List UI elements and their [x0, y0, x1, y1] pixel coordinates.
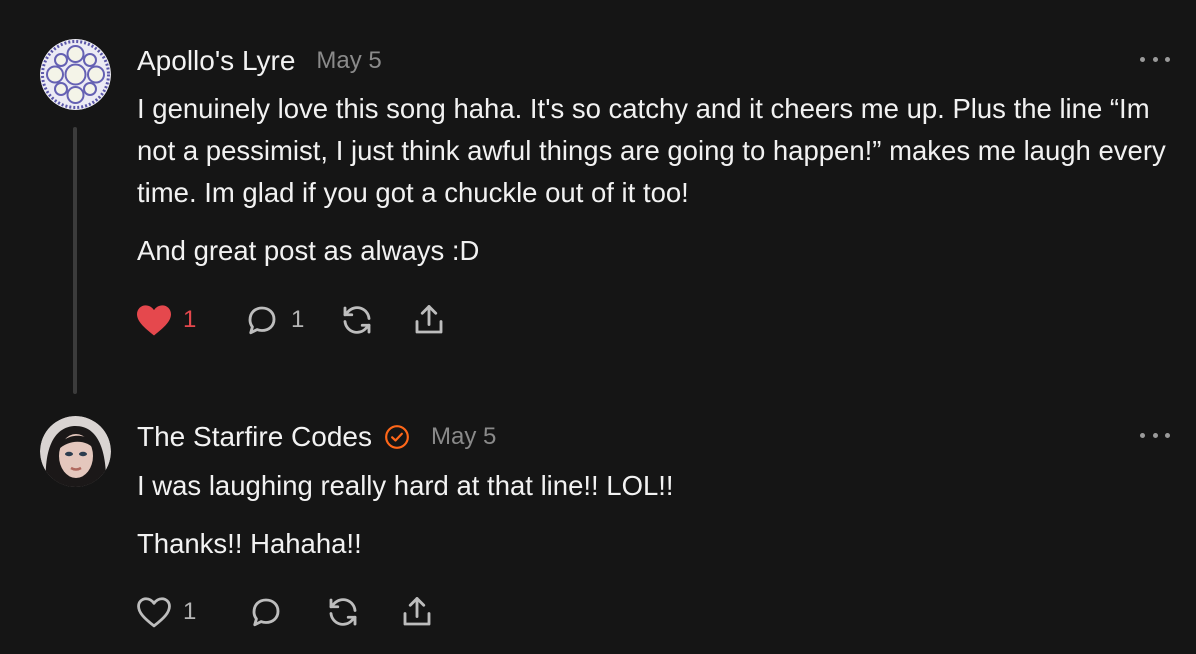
share-icon: [399, 594, 435, 630]
comment-actions: 1 1: [135, 300, 447, 340]
avatar[interactable]: [40, 39, 111, 110]
avatar[interactable]: [40, 416, 111, 487]
share-icon: [411, 302, 447, 338]
like-count: 1: [183, 306, 197, 333]
comment-header: Apollo's Lyre May 5: [137, 42, 382, 80]
comment-paragraph: Thanks!! Hahaha!!: [137, 528, 362, 559]
share-button[interactable]: [411, 302, 447, 338]
more-icon[interactable]: [1140, 51, 1170, 67]
comment-date[interactable]: May 5: [316, 47, 381, 75]
verified-badge-icon: [384, 424, 410, 450]
restack-button[interactable]: [325, 594, 399, 630]
author-name[interactable]: Apollo's Lyre: [137, 45, 295, 77]
comment-header: The Starfire Codes May 5: [137, 418, 496, 456]
restack-icon: [325, 594, 361, 630]
thread-line[interactable]: [73, 127, 77, 394]
comment-body: I genuinely love this song haha. It's so…: [137, 88, 1177, 288]
comment-actions: 1: [135, 592, 435, 632]
reply-button[interactable]: [247, 594, 325, 630]
heart-icon: [135, 595, 173, 629]
comment-icon: [247, 594, 285, 630]
reply-count: 1: [291, 306, 305, 333]
more-icon[interactable]: [1140, 427, 1170, 443]
comment-paragraph: And great post as always :D: [137, 235, 480, 266]
like-button[interactable]: 1: [135, 595, 247, 629]
restack-button[interactable]: [339, 302, 411, 338]
share-button[interactable]: [399, 594, 435, 630]
reply-button[interactable]: 1: [243, 302, 339, 338]
comment-date[interactable]: May 5: [431, 423, 496, 451]
restack-icon: [339, 302, 375, 338]
comment-paragraph: I was laughing really hard at that line!…: [137, 470, 674, 501]
author-name[interactable]: The Starfire Codes: [137, 421, 372, 453]
like-button[interactable]: 1: [135, 303, 243, 337]
like-count: 1: [183, 598, 197, 625]
comment-body: I was laughing really hard at that line!…: [137, 465, 1177, 581]
heart-icon: [135, 303, 173, 337]
comment-paragraph: I genuinely love this song haha. It's so…: [137, 93, 1166, 208]
comment-icon: [243, 302, 281, 338]
